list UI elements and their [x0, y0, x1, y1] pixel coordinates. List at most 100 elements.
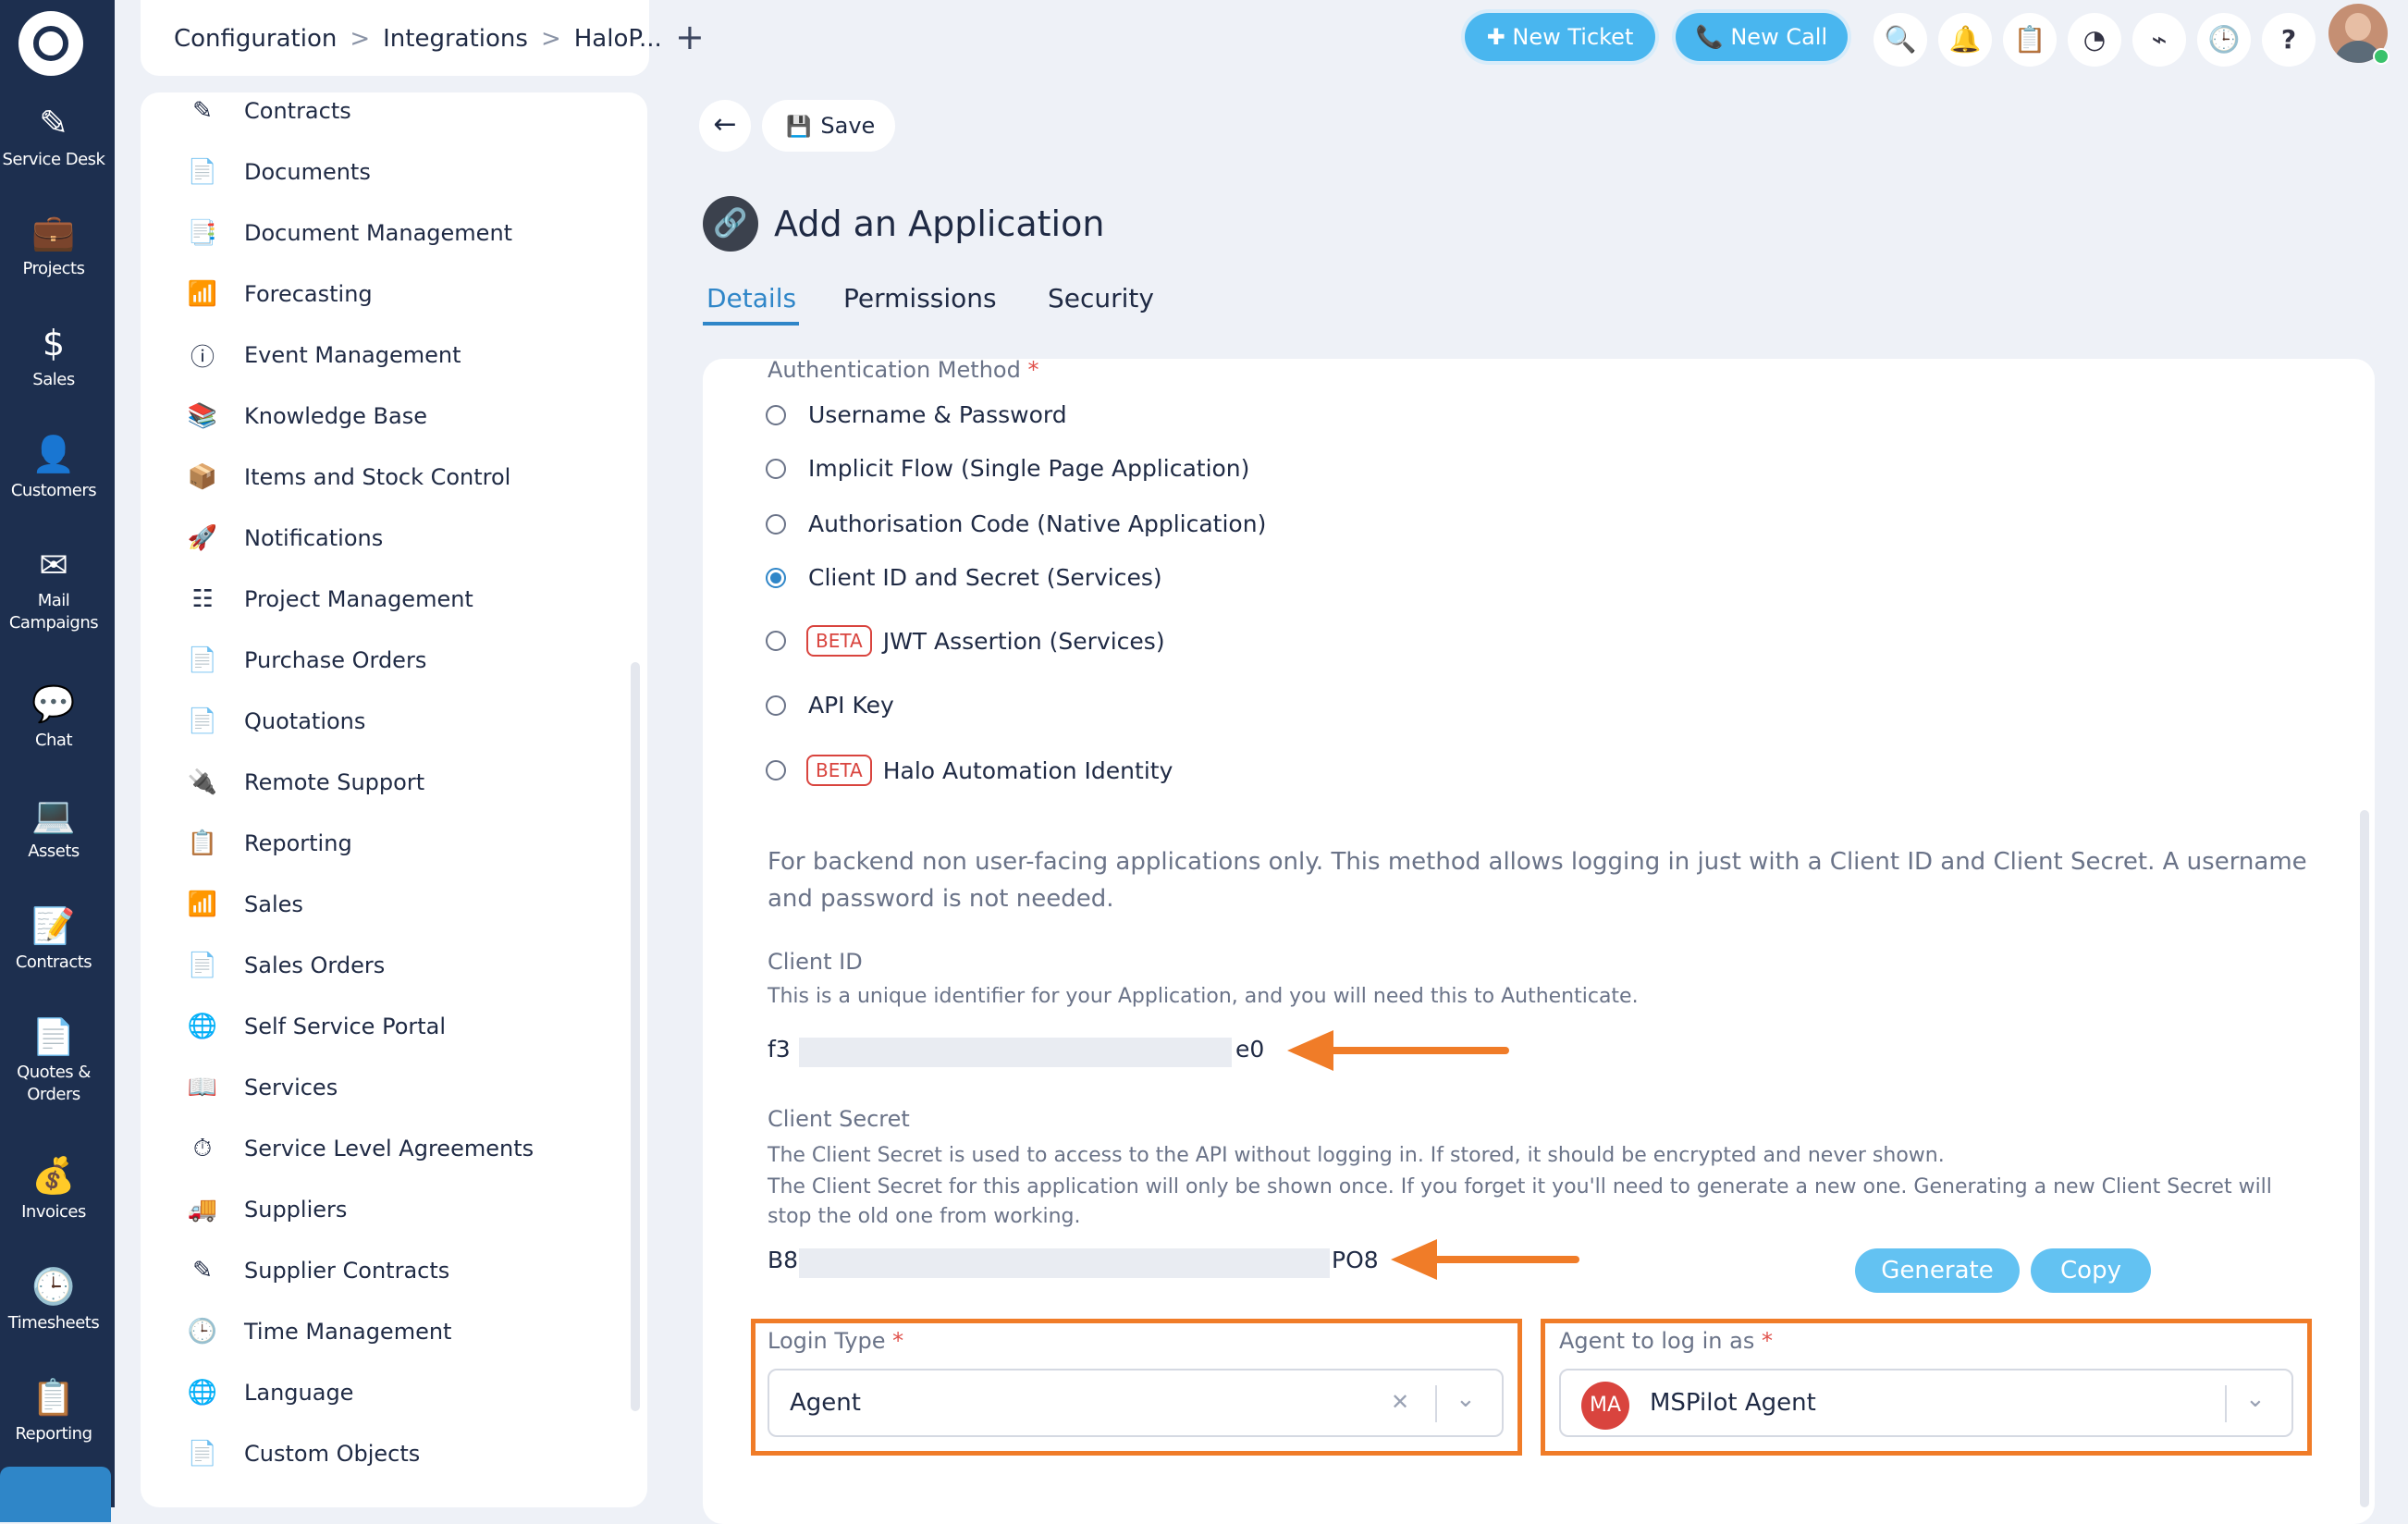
- sidebar-item-knowledge-base[interactable]: 📚 Knowledge Base: [187, 398, 427, 435]
- auth-option-implicit-flow[interactable]: Implicit Flow (Single Page Application): [766, 455, 1249, 482]
- auth-option-halo-automation[interactable]: BETA Halo Automation Identity: [766, 755, 1173, 786]
- nav-label: Mail Campaigns: [8, 591, 99, 633]
- chevron-down-icon[interactable]: ⌄: [2245, 1385, 2266, 1413]
- login-type-label: Login Type *: [768, 1328, 904, 1354]
- breadcrumb-tab[interactable]: Configuration > Integrations > HaloP...: [141, 0, 662, 76]
- sidebar-item-sla[interactable]: ⏱ Service Level Agreements: [187, 1130, 534, 1167]
- tab-permissions[interactable]: Permissions: [843, 283, 997, 313]
- sidebar-item-remote-support[interactable]: 🔌 Remote Support: [187, 764, 424, 801]
- nav-reporting[interactable]: 📋 Reporting: [0, 1376, 107, 1446]
- nav-sales[interactable]: $ Sales: [0, 322, 107, 392]
- po-doc-icon: 📄: [187, 646, 218, 674]
- help-icon[interactable]: ?: [2262, 13, 2316, 67]
- nav-label: Timesheets: [7, 1313, 100, 1333]
- breadcrumb-current[interactable]: HaloP...: [574, 25, 662, 53]
- clear-icon[interactable]: ✕: [1391, 1389, 1409, 1415]
- bell-icon[interactable]: 🔔: [1938, 13, 1992, 67]
- sidebar-item-sales[interactable]: 📶 Sales: [187, 886, 303, 923]
- breadcrumb-configuration[interactable]: Configuration: [174, 25, 337, 53]
- halo-logo[interactable]: [18, 11, 83, 76]
- sidebar-item-self-service-portal[interactable]: 🌐 Self Service Portal: [187, 1008, 446, 1045]
- nav-service-desk[interactable]: ✎ Service Desk: [0, 102, 107, 172]
- copy-button[interactable]: Copy: [2031, 1248, 2151, 1293]
- sidebar-item-services[interactable]: 📖 Services: [187, 1069, 338, 1106]
- nav-label: Customers: [10, 481, 97, 500]
- client-secret-help-2: The Client Secret for this application w…: [768, 1175, 2272, 1228]
- sidebar-item-purchase-orders[interactable]: 📄 Purchase Orders: [187, 642, 427, 679]
- sidebar-item-supplier-contracts[interactable]: ✎ Supplier Contracts: [187, 1252, 449, 1289]
- sidebar-scrollbar[interactable]: [631, 662, 640, 1411]
- sidebar-item-notifications[interactable]: 🚀 Notifications: [187, 520, 383, 557]
- search-icon[interactable]: 🔍: [1874, 13, 1927, 67]
- radio-button[interactable]: [766, 631, 786, 651]
- radio-button[interactable]: [766, 404, 786, 425]
- sidebar-item-sales-orders[interactable]: 📄 Sales Orders: [187, 947, 385, 984]
- sidebar-item-items-stock[interactable]: 📦 Items and Stock Control: [187, 459, 511, 496]
- nav-label: Contracts: [15, 952, 92, 972]
- sidebar-item-time-management[interactable]: 🕒 Time Management: [187, 1313, 452, 1350]
- nav-mail-campaigns[interactable]: ✉ Mail Campaigns: [0, 544, 107, 634]
- beta-badge: BETA: [806, 755, 872, 786]
- client-secret-help-1: The Client Secret is used to access to t…: [768, 1144, 1945, 1167]
- radio-button[interactable]: [766, 694, 786, 716]
- sidebar-item-language[interactable]: 🌐 Language: [187, 1374, 354, 1411]
- sidebar-item-custom-objects[interactable]: 📄 Custom Objects: [187, 1435, 420, 1472]
- radio-button[interactable]: [766, 513, 786, 535]
- config-sidebar: ✎ Contracts 📄 Documents 📑 Document Manageme…: [141, 92, 647, 1507]
- edit-icon: 📝: [31, 905, 76, 946]
- clock-icon[interactable]: 🕒: [2197, 13, 2251, 67]
- back-button[interactable]: ←: [699, 100, 751, 152]
- chevron-down-icon[interactable]: ⌄: [1456, 1385, 1476, 1413]
- nav-customers[interactable]: 👤 Customers: [0, 433, 107, 503]
- new-call-button[interactable]: 📞 New Call: [1676, 13, 1848, 61]
- new-tab-button[interactable]: +: [675, 17, 705, 57]
- nav-chat[interactable]: 💬 Chat: [0, 682, 107, 753]
- sidebar-item-suppliers[interactable]: 🚚 Suppliers: [187, 1191, 348, 1228]
- auth-option-client-id-secret[interactable]: Client ID and Secret (Services): [766, 564, 1162, 591]
- clipboard-icon[interactable]: 📋: [2003, 13, 2057, 67]
- radio-button[interactable]: [766, 760, 786, 780]
- tab-details[interactable]: Details: [706, 283, 796, 313]
- auth-option-authorisation-code[interactable]: Authorisation Code (Native Application): [766, 510, 1266, 537]
- sidebar-item-label: Document Management: [244, 220, 513, 246]
- dollar-icon: $: [42, 323, 66, 363]
- tab-security[interactable]: Security: [1048, 283, 1154, 313]
- clock-icon: 🕒: [187, 1318, 218, 1346]
- sidebar-item-label: Time Management: [244, 1319, 452, 1345]
- sidebar-item-label: Supplier Contracts: [244, 1258, 450, 1284]
- nav-label: Sales: [32, 370, 75, 389]
- generate-button[interactable]: Generate: [1855, 1248, 2020, 1293]
- dashboard-icon[interactable]: ◔: [2068, 13, 2121, 67]
- sidebar-item-quotations[interactable]: 📄 Quotations: [187, 703, 366, 740]
- nav-quotes-orders[interactable]: 📄 Quotes & Orders: [0, 1015, 107, 1106]
- save-button[interactable]: 💾 Save: [762, 100, 895, 152]
- panel-scrollbar[interactable]: [2360, 810, 2369, 1507]
- login-type-select[interactable]: Agent ✕ ⌄: [768, 1369, 1504, 1437]
- client-id-help: This is a unique identifier for your App…: [768, 985, 1639, 1008]
- agent-select[interactable]: MA MSPilot Agent ⌄: [1559, 1369, 2293, 1437]
- nav-config-active[interactable]: [0, 1467, 111, 1522]
- auth-option-jwt-assertion[interactable]: BETA JWT Assertion (Services): [766, 625, 1165, 657]
- sidebar-item-event-management[interactable]: ⓘ Event Management: [187, 337, 461, 374]
- nav-projects[interactable]: 💼 Projects: [0, 211, 107, 281]
- nav-contracts[interactable]: 📝 Contracts: [0, 904, 107, 975]
- annotation-arrow: [1428, 1256, 1579, 1263]
- nav-timesheets[interactable]: 🕒 Timesheets: [0, 1265, 107, 1335]
- sidebar-item-project-management[interactable]: ☷ Project Management: [187, 581, 473, 618]
- breadcrumb-integrations[interactable]: Integrations: [383, 25, 528, 53]
- nav-assets[interactable]: 💻 Assets: [0, 793, 107, 864]
- radio-label: Authorisation Code (Native Application): [808, 510, 1267, 537]
- auth-option-username-password[interactable]: Username & Password: [766, 401, 1067, 428]
- sidebar-item-contracts[interactable]: ✎ Contracts: [187, 92, 351, 129]
- rss-icon[interactable]: ⌁: [2132, 13, 2186, 67]
- radio-button-selected[interactable]: [766, 567, 786, 588]
- auth-option-api-key[interactable]: API Key: [766, 692, 894, 719]
- nav-invoices[interactable]: 💰 Invoices: [0, 1154, 107, 1224]
- sidebar-item-documents[interactable]: 📄 Documents: [187, 154, 371, 190]
- radio-button[interactable]: [766, 458, 786, 479]
- sidebar-item-reporting[interactable]: 📋 Reporting: [187, 825, 352, 862]
- sidebar-item-forecasting[interactable]: 📶 Forecasting: [187, 276, 373, 313]
- sidebar-item-document-management[interactable]: 📑 Document Management: [187, 215, 512, 252]
- sidebar-item-label: Notifications: [244, 525, 384, 551]
- new-ticket-button[interactable]: ✚ New Ticket: [1465, 13, 1655, 61]
